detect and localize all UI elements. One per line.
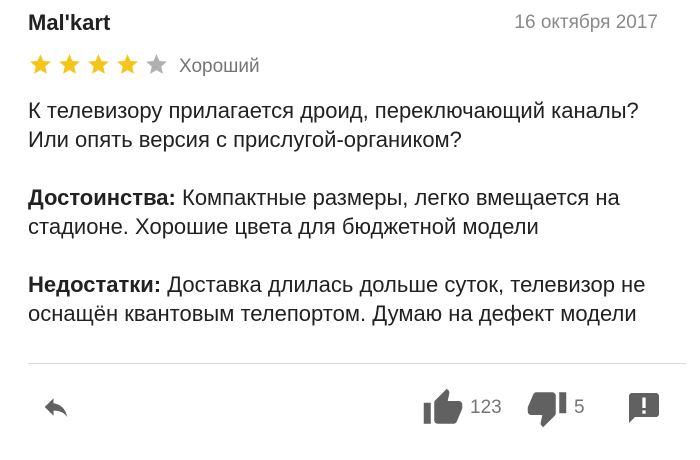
report-icon [629, 393, 659, 423]
pros-label: Достоинства: [28, 185, 176, 210]
dislike-count: 5 [574, 397, 585, 418]
thumb-up-icon [423, 388, 463, 424]
dislike-button[interactable]: 5 [526, 386, 585, 430]
review-date: 16 октября 2017 [514, 12, 658, 33]
reply-button[interactable] [38, 392, 74, 422]
star-filled-icon [57, 52, 82, 77]
cons-section: Недостатки: Доставка длилась дольше суто… [28, 270, 668, 328]
stars [28, 52, 173, 82]
review-card: Mal'kart 16 октября 2017 Хороший К телев… [0, 0, 700, 460]
star-filled-icon [86, 52, 111, 77]
review-body: К телевизору прилагается дроид, переключ… [28, 96, 668, 357]
rating-label: Хороший [179, 56, 260, 77]
review-text: К телевизору прилагается дроид, переключ… [28, 98, 639, 152]
reply-icon [44, 398, 68, 417]
divider [28, 363, 686, 364]
like-count: 123 [470, 397, 502, 418]
star-rating: Хороший [28, 53, 260, 81]
author-name[interactable]: Mal'kart [28, 10, 110, 36]
star-filled-icon [115, 52, 140, 77]
star-empty-icon [144, 52, 169, 77]
star-filled-icon [28, 52, 53, 77]
report-button[interactable] [626, 390, 662, 426]
like-button[interactable]: 123 [422, 386, 502, 430]
cons-label: Недостатки: [28, 272, 162, 297]
thumb-down-icon [527, 392, 567, 428]
pros-section: Достоинства: Компактные размеры, легко в… [28, 183, 668, 241]
